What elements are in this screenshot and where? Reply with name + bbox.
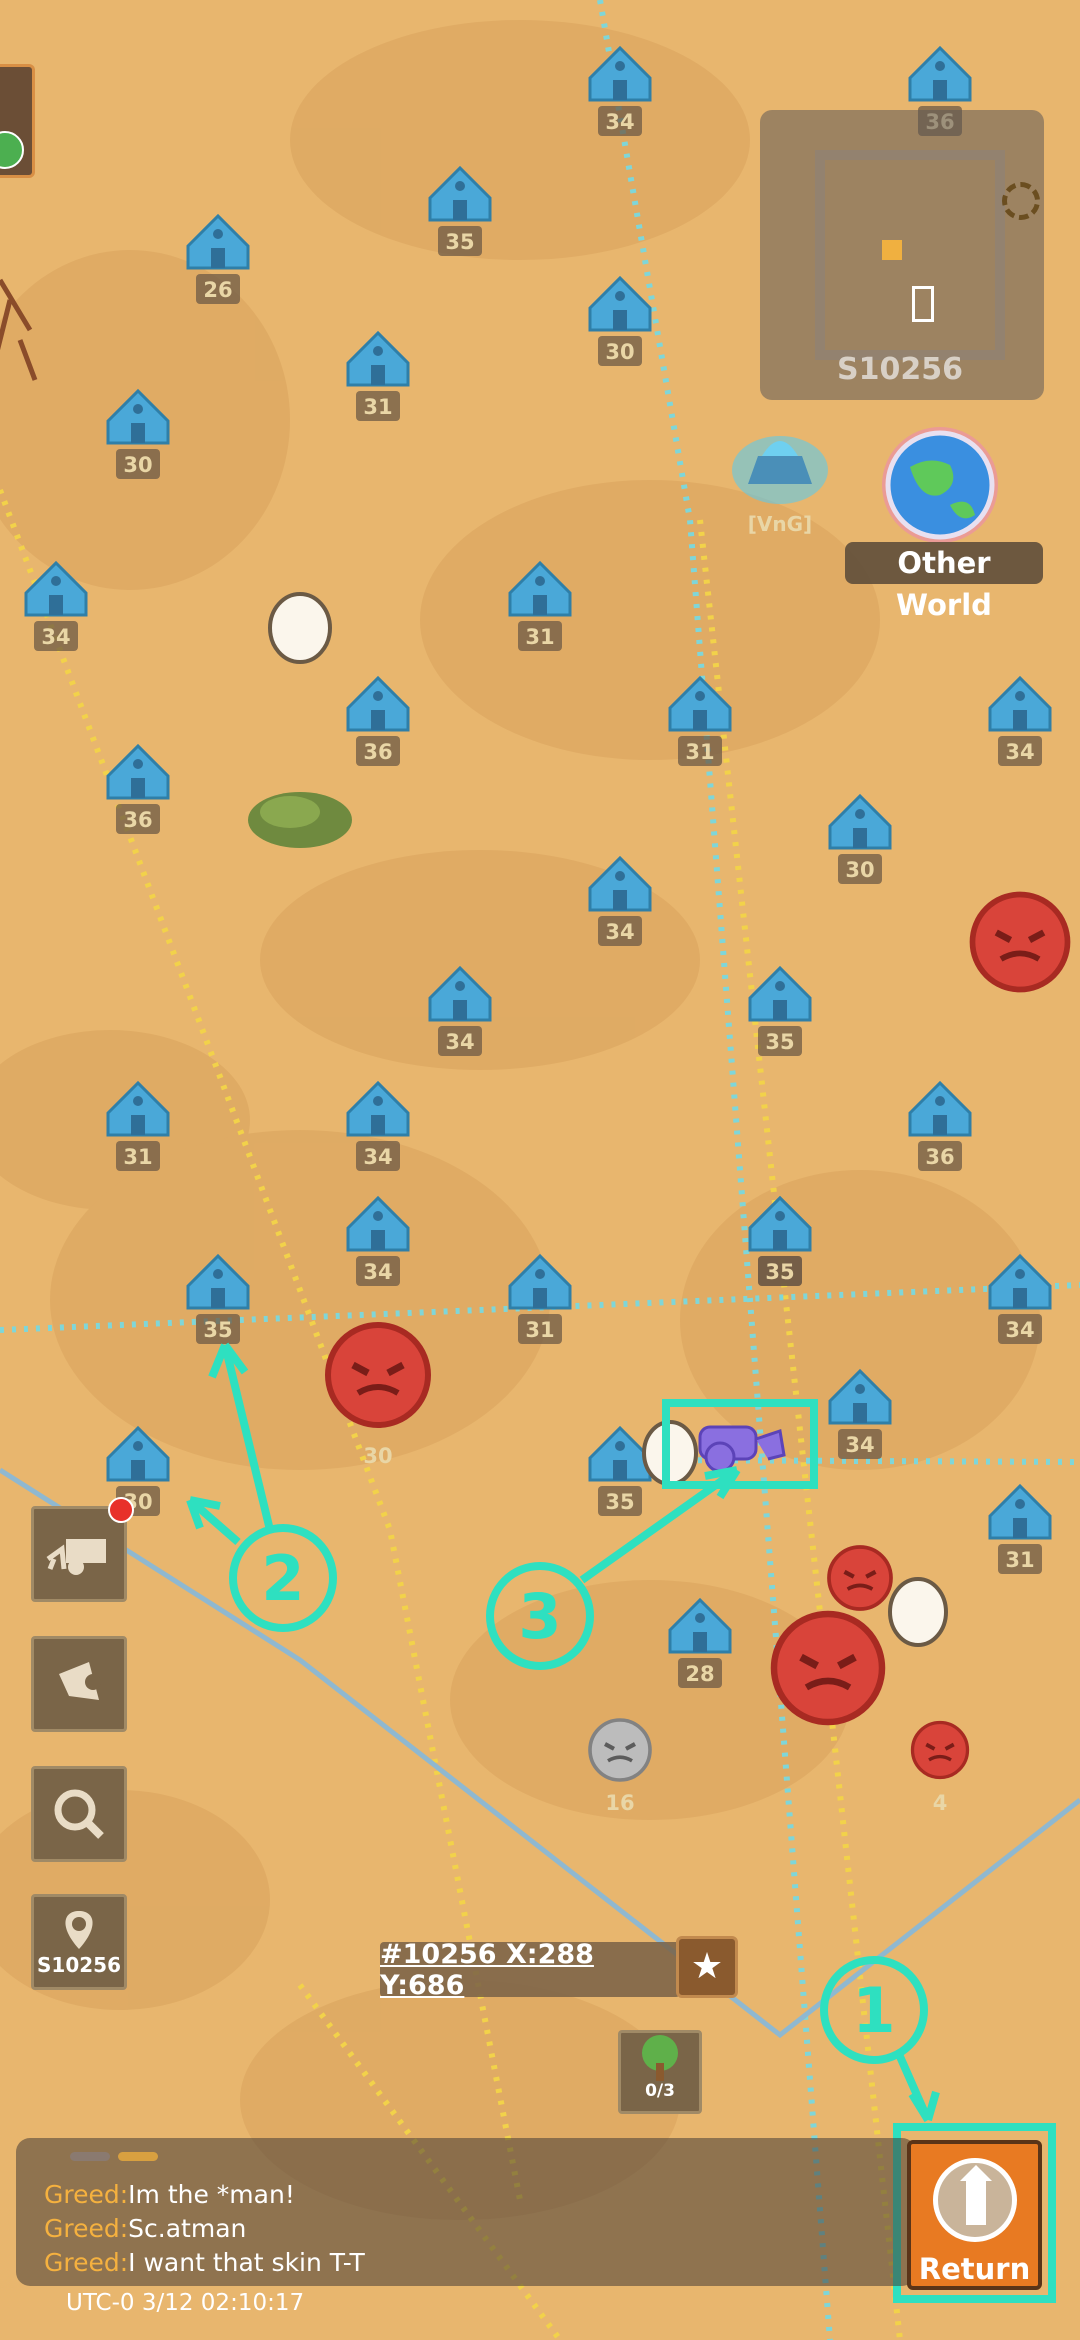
locate-server-button[interactable]: S10256	[31, 1894, 127, 1990]
sun-icon	[1002, 182, 1040, 220]
tree-clump[interactable]	[248, 792, 352, 848]
house-level: 35	[765, 1260, 794, 1284]
resource-count: 0/3	[645, 2081, 675, 2101]
other-world-globe[interactable]	[882, 427, 998, 543]
house-level: 34	[363, 1260, 392, 1284]
chat-line: Greed:I want that skin T-T	[44, 2248, 365, 2277]
house-level: 31	[525, 625, 554, 649]
house-marker[interactable]: 31	[346, 331, 410, 421]
house-level: 36	[925, 1145, 954, 1169]
house-level: 34	[605, 920, 634, 944]
house-level: 26	[203, 278, 232, 302]
other-world-label[interactable]: Other World	[845, 542, 1043, 622]
horn-icon	[59, 1662, 101, 1700]
chat-line: Greed:Im the *man!	[44, 2180, 295, 2209]
house-marker[interactable]: 30	[828, 794, 892, 884]
house-level: 31	[685, 740, 714, 764]
minimap-zone	[815, 150, 1005, 360]
chat-sender: Greed:	[44, 2248, 129, 2277]
guild-tag: [VnG]	[747, 512, 813, 536]
search-icon	[54, 1789, 104, 1839]
chat-message: Im the *man!	[128, 2180, 295, 2209]
house-level: 34	[41, 625, 70, 649]
house-level: 34	[363, 1145, 392, 1169]
return-label: Return	[918, 2252, 1031, 2286]
server-time: UTC-0 3/12 02:10:17	[66, 2290, 305, 2316]
search-button[interactable]	[31, 1766, 127, 1862]
house-level: 28	[685, 1662, 714, 1686]
house-level: 34	[1005, 1318, 1034, 1342]
house-marker[interactable]: 35	[588, 1426, 652, 1516]
resource-tree-button[interactable]: 0/3	[618, 2030, 702, 2114]
monster-large[interactable]	[774, 1614, 882, 1722]
house-level: 36	[363, 740, 392, 764]
house-level: 34	[445, 1030, 474, 1054]
monster-marker[interactable]: 4	[910, 1720, 970, 1816]
house-marker[interactable]: 31	[988, 1484, 1052, 1574]
callout-2: 2	[261, 1542, 304, 1615]
horn-button[interactable]	[31, 1636, 127, 1732]
player-portrait[interactable]	[0, 64, 35, 178]
chat-sender: Greed:	[44, 2180, 129, 2209]
house-level: 30	[123, 453, 152, 477]
minimap-server-label: S10256	[837, 352, 963, 387]
map-pin-icon	[65, 1911, 93, 1949]
monster-small[interactable]	[829, 1547, 891, 1609]
house-level: 36	[123, 808, 152, 832]
star-icon: ★	[690, 1946, 724, 1987]
chat-tab-indicator	[118, 2152, 158, 2161]
monster-level: 16	[605, 1791, 634, 1815]
house-level: 30	[605, 340, 634, 364]
locate-server-label: S10256	[37, 1953, 121, 1977]
purple-cart[interactable]	[698, 1425, 786, 1473]
monster-large[interactable]	[973, 895, 1068, 990]
tree-icon	[642, 2035, 678, 2081]
house-level: 34	[605, 110, 634, 134]
back-arrow-icon[interactable]	[0, 131, 24, 169]
chat-message: I want that skin T-T	[128, 2248, 365, 2277]
egg[interactable]	[268, 592, 332, 664]
house-level: 34	[845, 1433, 874, 1457]
house-level: 35	[765, 1030, 794, 1054]
return-button[interactable]: Return	[907, 2140, 1042, 2290]
house-level: 31	[525, 1318, 554, 1342]
house-level: 31	[1005, 1548, 1034, 1572]
bookmark-button[interactable]: ★	[676, 1936, 738, 1998]
house-marker[interactable]: 34	[346, 1081, 410, 1171]
minimap-viewport	[912, 286, 934, 322]
callout-1: 1	[852, 1974, 895, 2047]
chat-sender: Greed:	[44, 2214, 129, 2243]
house-marker[interactable]: 36	[908, 1081, 972, 1171]
house-marker[interactable]: 35	[748, 966, 812, 1056]
guild-building[interactable]	[732, 436, 828, 504]
chat-tab-indicator	[70, 2152, 110, 2161]
notification-dot	[108, 1497, 134, 1523]
house-level: 30	[845, 858, 874, 882]
monster-level: 30	[363, 1444, 392, 1468]
house-marker[interactable]: 36	[346, 676, 410, 766]
house-level: 31	[123, 1145, 152, 1169]
chat-message: Sc.atman	[128, 2214, 247, 2243]
house-marker[interactable]: 34	[988, 676, 1052, 766]
house-level: 35	[445, 230, 474, 254]
caravan-icon	[46, 1539, 106, 1575]
house-level: 31	[363, 395, 392, 419]
coordinates-display[interactable]: #10256 X:288 Y:686	[380, 1939, 680, 2001]
minimap-castle-icon	[882, 240, 902, 260]
house-marker[interactable]: 26	[186, 214, 250, 304]
house-level: 35	[203, 1318, 232, 1342]
callout-3: 3	[518, 1580, 561, 1653]
caravan-button[interactable]	[31, 1497, 134, 1602]
monster-level: 4	[933, 1791, 948, 1815]
chat-line: Greed:Sc.atman	[44, 2214, 246, 2243]
house-level: 35	[605, 1490, 634, 1514]
house-level: 34	[1005, 740, 1034, 764]
house-marker[interactable]: 36	[106, 744, 170, 834]
castle-icon	[933, 2158, 1017, 2242]
egg[interactable]	[888, 1577, 948, 1647]
house-marker[interactable]: 30	[588, 276, 652, 366]
